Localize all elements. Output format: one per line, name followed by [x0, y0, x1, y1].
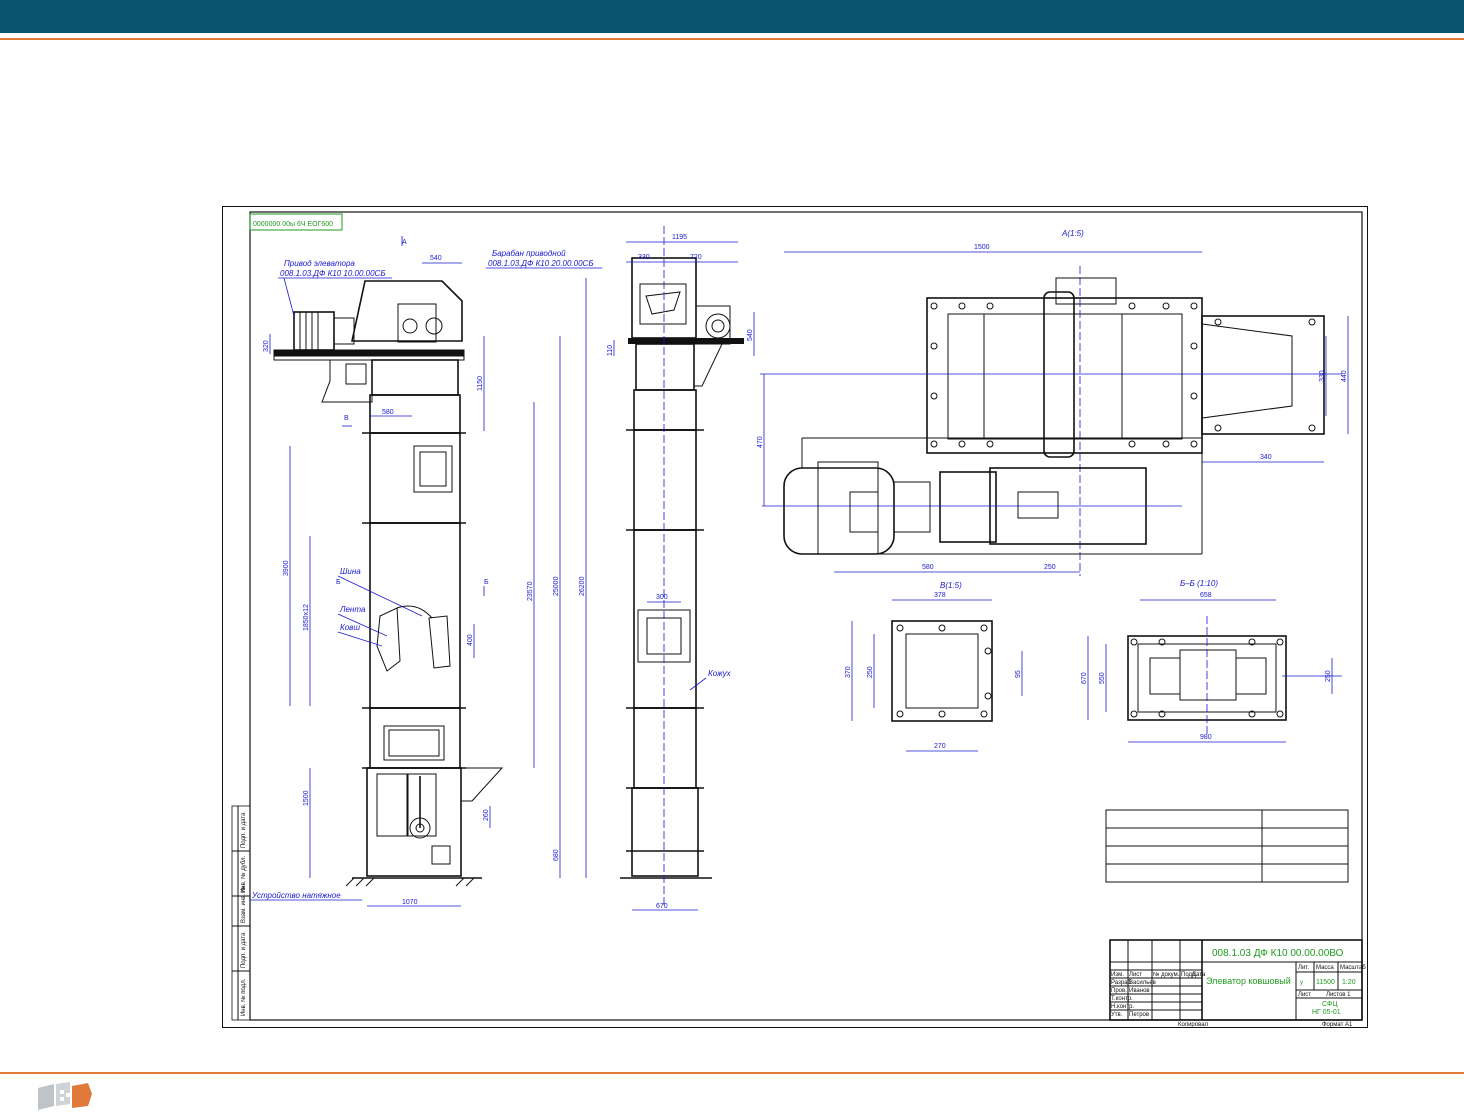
label-baraban-1: Барабан приводной: [492, 249, 566, 258]
dim-110: 110: [607, 345, 614, 356]
bb-dim-670: 670: [1081, 672, 1088, 684]
header-divider: [0, 38, 1464, 40]
dim-330: 330: [638, 254, 650, 261]
sheets: Листов 1: [1326, 992, 1351, 998]
role-4: Дата: [1192, 972, 1206, 978]
left-sidebar: Инв. № подл. Подп. и дата Взам. инв. № И…: [231, 805, 251, 1021]
mass: 11500: [1316, 979, 1335, 986]
hdr-lit: Лит.: [1298, 965, 1309, 971]
label-kozhukh: Кожух: [708, 669, 732, 678]
approver-name: Петров: [1129, 1012, 1149, 1018]
bb-dim-550: 550: [1099, 672, 1106, 684]
dim-540-r: 540: [747, 329, 754, 341]
view-bb: Б–Б (1:10) 658 670 550 980 250: [1081, 579, 1342, 743]
header-bar: [0, 0, 1464, 33]
mark-b-left: Б: [336, 579, 341, 586]
label-ustroistvo: Устройство натяжное: [251, 891, 341, 900]
dim-26200: 26200: [579, 576, 586, 596]
va-dim-250: 250: [1044, 564, 1056, 571]
label-baraban-2: 008.1.03.ДФ К10 20.00.00СБ: [488, 259, 594, 268]
sidebar-text-3: Инв. № дубл.: [240, 856, 247, 893]
dim-1150: 1150: [477, 376, 484, 391]
dim-580: 580: [382, 409, 394, 416]
dim-3900: 3900: [283, 560, 290, 576]
stamp-code: 0000000 00ы 6Ч ЕОГ600: [253, 221, 333, 228]
front-dimensions: A 540 320 1150 580 3900 1850х12 400 2357…: [263, 236, 587, 907]
lit: у: [1300, 980, 1303, 986]
view-a-title: А(1:5): [1061, 229, 1084, 238]
view-bb-title: Б–Б (1:10): [1180, 579, 1218, 588]
label-lenta: Лента: [339, 605, 366, 614]
vv-dim-378: 378: [934, 592, 946, 599]
va-dim-330: 330: [1319, 370, 1326, 382]
label-shina: Шина: [340, 567, 361, 576]
view-v: В(1:5) 378 370 250 270 95: [845, 581, 1023, 752]
sidebar-text-0: Инв. № подл.: [240, 978, 247, 1016]
format: Формат А1: [1322, 1022, 1353, 1028]
role-0: Изм.: [1111, 972, 1124, 978]
spec-table: [1105, 809, 1349, 883]
dim-670: 670: [656, 903, 668, 910]
vv-dim-370: 370: [845, 666, 852, 678]
dim-260: 260: [483, 809, 490, 821]
approver-role: Утв.: [1111, 1012, 1123, 1018]
title-code: 008.1.03 ДФ К10 00.00.00ВО: [1212, 948, 1344, 959]
ncontrol-role: Н.контр.: [1111, 1004, 1134, 1010]
logo-icon: [36, 1080, 108, 1112]
view-a: А(1:5) 1500 470 580 250 340 330 440: [757, 229, 1349, 576]
dim-23570: 23570: [527, 581, 534, 601]
label-privod-2: 008.1.03.ДФ К10 10.00.00СБ: [280, 269, 386, 278]
dim-300: 300: [656, 594, 668, 601]
bb-dim-980: 980: [1200, 734, 1212, 741]
mark-v-left: В: [344, 415, 349, 422]
bb-dim-658: 658: [1200, 592, 1212, 599]
va-dim-440: 440: [1341, 370, 1348, 382]
scale: 1:20: [1342, 979, 1356, 986]
view-v-title: В(1:5): [940, 581, 962, 590]
label-privod-1: Привод элеватора: [284, 259, 355, 268]
role-2: № докум.: [1153, 971, 1180, 978]
va-dim-1500: 1500: [974, 244, 990, 251]
hdr-scale: Масштаб: [1340, 965, 1366, 971]
va-dim-580: 580: [922, 564, 934, 571]
dim-25000: 25000: [553, 576, 560, 596]
dim-540-top: 540: [430, 255, 442, 262]
dim-680: 680: [553, 849, 560, 861]
sidebar-text-4: Подп. и дата: [241, 812, 247, 848]
label-kovsh: Ковш: [340, 623, 360, 632]
engineering-drawing: Инв. № подл. Подп. и дата Взам. инв. № И…: [222, 206, 1368, 1028]
dim-400: 400: [467, 634, 474, 646]
tcontrol-role: Т.контр.: [1111, 996, 1133, 1002]
org-1: СФЦ: [1322, 1001, 1338, 1008]
title-name: Элеватор ковшовый: [1206, 976, 1291, 986]
va-dim-340: 340: [1260, 454, 1272, 461]
developer-name: Васильев: [1129, 980, 1156, 986]
role-1: Лист: [1129, 972, 1142, 978]
footer-divider: [0, 1072, 1464, 1074]
mark-b-right: Б: [484, 579, 489, 586]
dim-1070: 1070: [402, 899, 418, 906]
checker-role: Пров.: [1111, 988, 1127, 994]
vv-dim-95: 95: [1015, 670, 1022, 678]
dim-1195: 1195: [672, 234, 687, 241]
org-2: НГ 05-01: [1312, 1009, 1341, 1016]
dim-1500: 1500: [303, 790, 310, 806]
hdr-mass: Масса: [1316, 965, 1334, 971]
title-block: 008.1.03 ДФ К10 00.00.00ВО Элеватор ковш…: [1109, 939, 1366, 1021]
vv-dim-250: 250: [867, 666, 874, 678]
sidebar-text-1: Подп. и дата: [241, 932, 247, 968]
dim-720: 720: [690, 254, 702, 261]
side-dimensions: 1195 330 720 110 540 300 670 Кожух: [607, 234, 755, 911]
dim-1850x12: 1850х12: [303, 604, 310, 631]
kopiroval: Копировал: [1178, 1022, 1209, 1028]
marker-a: A: [402, 239, 407, 246]
elevator-side-view: [620, 226, 744, 906]
checker-name: Иванов: [1129, 988, 1150, 994]
vv-dim-270: 270: [934, 743, 946, 750]
dim-320: 320: [263, 340, 270, 352]
sheet: Лист: [1298, 992, 1311, 998]
va-dim-470: 470: [757, 436, 764, 448]
